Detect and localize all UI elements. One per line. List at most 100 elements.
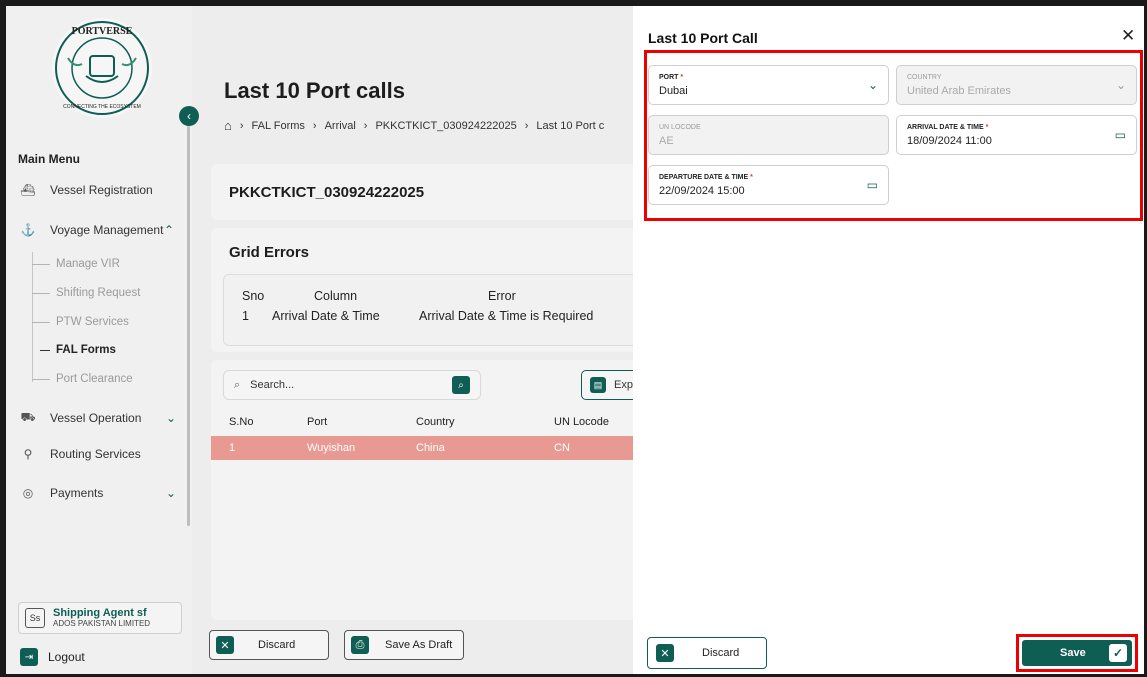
sidebar-subitem-port-clearance[interactable]: Port Clearance (32, 373, 133, 385)
error-cell-sno: 1 (242, 309, 249, 323)
departure-datetime-field[interactable]: DEPARTURE DATE & TIME * 22/09/2024 15:00… (648, 165, 889, 205)
error-cell-error: Arrival Date & Time is Required (419, 309, 594, 323)
un-locode-value: AE (659, 135, 674, 147)
sidebar: PORTVERSE CONNECTING THE ECOSYSTEM ‹ Mai… (6, 6, 199, 674)
port-call-panel: Last 10 Port Call ✕ PORT * Dubai ⌄ COUNT… (633, 6, 1144, 674)
country-value: United Arab Emirates (907, 85, 1011, 97)
search-button[interactable]: ⌕ (452, 376, 470, 394)
payment-icon: ◎ (22, 486, 34, 500)
sidebar-item-routing-services[interactable]: ⚲ Routing Services (20, 446, 141, 462)
portverse-logo: PORTVERSE CONNECTING THE ECOSYSTEM (52, 18, 152, 118)
chevron-up-icon: ⌃ (164, 223, 175, 237)
discard-button[interactable]: ✕ Discard (209, 630, 329, 660)
country-select[interactable]: COUNTRY United Arab Emirates ⌄ (896, 65, 1137, 105)
port-value: Dubai (659, 85, 688, 97)
table-header-country: Country (416, 416, 455, 428)
avatar: Ss (25, 608, 45, 628)
file-icon: ▤ (590, 377, 606, 393)
error-header-sno: Sno (242, 289, 265, 303)
user-card[interactable]: Ss Shipping Agent sf ADOS PAKISTAN LIMIT… (18, 602, 182, 634)
error-header-column: Column (314, 289, 358, 303)
sidebar-item-vessel-operation[interactable]: ⛟ Vessel Operation ⌄ (20, 410, 176, 426)
search-icon: ⌕ (234, 378, 241, 391)
sidebar-item-voyage-management[interactable]: ⚓ Voyage Management ⌃ (20, 222, 175, 238)
breadcrumb-item[interactable]: Arrival (325, 120, 356, 132)
sidebar-item-payments[interactable]: ◎ Payments ⌄ (20, 485, 176, 501)
calendar-icon[interactable]: ▭ (1115, 128, 1126, 142)
sidebar-item-label: Vessel Operation (50, 411, 142, 425)
crane-icon: ⛟ (20, 410, 36, 424)
breadcrumb-item[interactable]: PKKCTKICT_030924222025 (375, 120, 516, 132)
panel-discard-label: Discard (702, 647, 740, 659)
chevron-down-icon: ⌄ (166, 486, 177, 500)
vir-id: PKKCTKICT_030924222025 (229, 184, 425, 201)
arrival-datetime-field[interactable]: ARRIVAL DATE & TIME * 18/09/2024 11:00 ▭ (896, 115, 1137, 155)
calendar-icon[interactable]: ▭ (867, 178, 878, 192)
home-icon[interactable]: ⌂ (224, 118, 232, 133)
un-locode-field[interactable]: UN LOCODE AE (648, 115, 889, 155)
sidebar-item-label: Routing Services (50, 447, 141, 461)
panel-discard-button[interactable]: ✕ Discard (647, 637, 767, 669)
grid-errors-title: Grid Errors (229, 244, 310, 261)
chevron-down-icon: ⌄ (867, 78, 878, 92)
sidebar-subitem-fal-forms[interactable]: FAL Forms (32, 344, 116, 356)
chevron-right-icon: › (239, 119, 244, 132)
sidebar-item-label: Payments (50, 486, 104, 500)
table-cell-unlocode: CN (554, 442, 570, 454)
chevron-down-icon: ⌄ (1115, 78, 1126, 92)
arrival-value: 18/09/2024 11:00 (907, 135, 992, 147)
sidebar-item-label: Voyage Management (50, 223, 164, 237)
panel-title: Last 10 Port Call (648, 30, 758, 46)
logout-icon: ⇥ (20, 648, 38, 666)
table-cell-country: China (416, 442, 445, 454)
close-icon[interactable]: ✕ (1121, 26, 1135, 46)
port-calls-table-card: ⌕ Search... ⌕ ▤ Expo S.No Port Country U… (211, 360, 641, 620)
chevron-right-icon: › (363, 119, 368, 132)
search-placeholder: Search... (250, 379, 295, 391)
un-locode-label: UN LOCODE (659, 124, 701, 131)
error-header-error: Error (488, 289, 516, 303)
save-as-draft-button[interactable]: ⎙ Save As Draft (344, 630, 464, 660)
sidebar-item-label: Vessel Registration (50, 183, 153, 197)
export-button[interactable]: ▤ Expo (581, 370, 641, 400)
grid-errors-table: Sno Column Error 1 Arrival Date & Time A… (223, 274, 663, 346)
app-frame: PORTVERSE CONNECTING THE ECOSYSTEM ‹ Mai… (6, 6, 1144, 674)
chevron-right-icon: › (524, 119, 529, 132)
departure-label: DEPARTURE DATE & TIME (659, 174, 749, 181)
anchor-icon: ⚓ (20, 223, 36, 237)
port-label: PORT (659, 74, 679, 81)
table-header-sno: S.No (229, 416, 254, 428)
departure-value: 22/09/2024 15:00 (659, 185, 745, 197)
search-input[interactable]: ⌕ Search... ⌕ (223, 370, 481, 400)
svg-text:CONNECTING THE ECOSYSTEM: CONNECTING THE ECOSYSTEM (63, 104, 141, 110)
ship-icon: ⛴ (20, 183, 36, 197)
sidebar-subitem-shifting-request[interactable]: Shifting Request (32, 287, 140, 299)
menu-title: Main Menu (18, 152, 80, 166)
sidebar-scrollbar[interactable] (187, 126, 190, 526)
grid-errors-card: Grid Errors Sno Column Error 1 Arrival D… (211, 228, 663, 352)
collapse-sidebar-button[interactable]: ‹ (179, 106, 199, 126)
close-icon: ✕ (216, 636, 234, 654)
close-icon: ✕ (656, 644, 674, 662)
save-draft-label: Save As Draft (385, 639, 453, 651)
logout-label: Logout (48, 650, 85, 664)
user-company: ADOS PAKISTAN LIMITED (53, 618, 151, 628)
breadcrumb-item[interactable]: FAL Forms (252, 120, 305, 132)
svg-text:PORTVERSE: PORTVERSE (72, 26, 133, 37)
port-select[interactable]: PORT * Dubai ⌄ (648, 65, 889, 105)
country-label: COUNTRY (907, 74, 942, 81)
logout-button[interactable]: ⇥ Logout (20, 648, 85, 666)
sidebar-item-vessel-registration[interactable]: ⛴ Vessel Registration (20, 182, 153, 198)
user-name: Shipping Agent sf (53, 606, 147, 619)
table-cell-port: Wuyishan (307, 442, 356, 454)
sidebar-subitem-manage-vir[interactable]: Manage VIR (32, 258, 120, 270)
breadcrumb: ⌂ › FAL Forms › Arrival › PKKCTKICT_0309… (224, 118, 612, 133)
breadcrumb-item: Last 10 Port c (536, 119, 605, 132)
save-highlight-box: Save ✓ (1016, 634, 1138, 672)
table-cell-sno: 1 (229, 442, 236, 454)
route-icon: ⚲ (23, 447, 33, 461)
chevron-down-icon: ⌄ (166, 411, 177, 425)
save-button[interactable]: Save ✓ (1022, 640, 1132, 666)
save-label: Save (1060, 647, 1086, 659)
sidebar-subitem-ptw-services[interactable]: PTW Services (32, 316, 129, 328)
